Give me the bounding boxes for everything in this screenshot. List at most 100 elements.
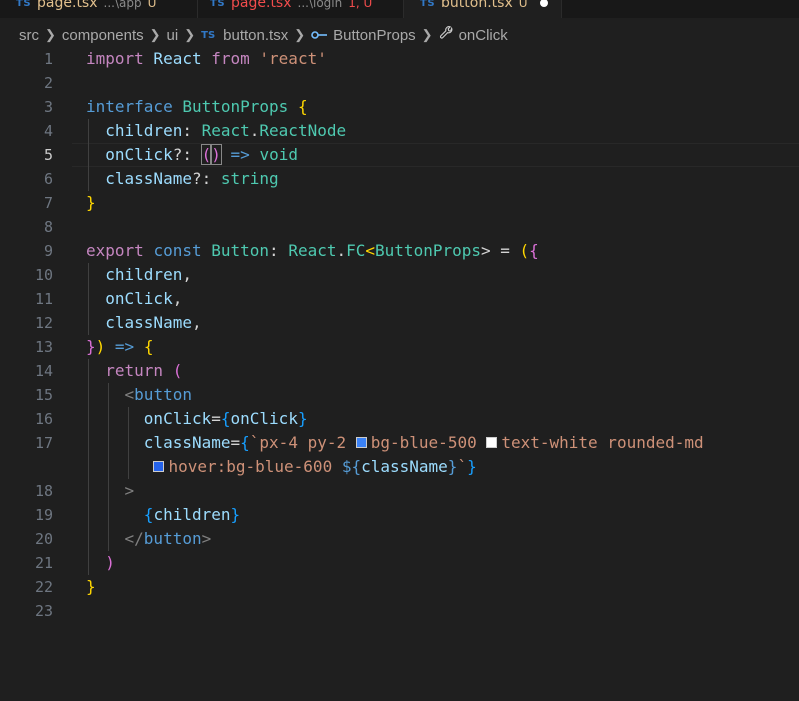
code-text: ) (105, 553, 115, 572)
breadcrumb-file-label: button.tsx (223, 26, 289, 44)
tab-filename: page.tsx (37, 0, 98, 11)
code-text: onClick={onClick} (143, 409, 308, 428)
code-text: children, (105, 265, 192, 284)
line-number: 16 (34, 410, 53, 428)
code-line: 11 onClick, (0, 287, 799, 311)
tab-filename: button.tsx (441, 0, 513, 11)
line-number: 17 (34, 434, 53, 452)
code-line-wrapped: hover:bg-blue-600 ${className}`} (0, 455, 799, 479)
code-text: className, (105, 313, 202, 332)
code-text: export const Button: React.FC<ButtonProp… (86, 241, 539, 260)
code-text: onClick, (105, 289, 183, 308)
breadcrumb-item-ui[interactable]: ui (167, 27, 179, 44)
color-swatch-blue-500[interactable] (355, 437, 367, 448)
code-line: 12 className, (0, 311, 799, 335)
code-line: 8 (0, 215, 799, 239)
tab-button[interactable]: TS button.tsx U (404, 0, 562, 18)
typescript-icon: TS (420, 0, 436, 9)
line-number: 20 (34, 530, 53, 548)
tab-page-login[interactable]: TS page.tsx ...\login 1, U (198, 0, 404, 18)
code-line: 18 > (0, 479, 799, 503)
line-number: 14 (34, 362, 53, 380)
bracket-match: ) (210, 144, 222, 165)
breadcrumb-item-src[interactable]: src (19, 27, 39, 44)
code-line: 1 import React from 'react' (0, 47, 799, 71)
line-number: 9 (43, 242, 53, 260)
code-line: 22 } (0, 575, 799, 599)
code-text: onClick?: () => void (105, 144, 298, 165)
line-number: 2 (43, 74, 53, 92)
tab-path: ...\login (297, 0, 343, 10)
chevron-right-icon: ❯ (149, 27, 161, 42)
line-number: 4 (43, 122, 53, 140)
line-number: 8 (43, 218, 53, 236)
line-number: 15 (34, 386, 53, 404)
tab-page-app[interactable]: TS page.tsx ...\app U (0, 0, 198, 18)
line-number: 10 (34, 266, 53, 284)
chevron-right-icon: ❯ (294, 27, 306, 42)
code-text: </button> (124, 529, 212, 548)
code-line: 21 ) (0, 551, 799, 575)
code-line: 14 return ( (0, 359, 799, 383)
line-number: 13 (34, 338, 53, 356)
code-line: 3 interface ButtonProps { (0, 95, 799, 119)
code-line: 6 className?: string (0, 167, 799, 191)
code-text: children: React.ReactNode (105, 121, 347, 140)
line-number: 12 (34, 314, 53, 332)
line-number: 21 (34, 554, 53, 572)
code-text: } (86, 577, 96, 596)
color-swatch-white[interactable] (486, 437, 498, 448)
code-line: 23 (0, 599, 799, 623)
git-status-badge: U (147, 0, 157, 10)
line-number: 6 (43, 170, 53, 188)
bracket-match: ( (200, 144, 213, 165)
breadcrumb-item-file[interactable]: TS button.tsx (201, 27, 288, 44)
code-text: className={`px-4 py-2 bg-blue-500 text-w… (143, 433, 704, 452)
code-line-current: 5 onClick?: () => void (0, 143, 799, 167)
line-number: 11 (34, 290, 53, 308)
code-editor[interactable]: 1 import React from 'react' 2 3 interfac… (0, 47, 799, 701)
code-text: className?: string (105, 169, 279, 188)
code-line: 2 (0, 71, 799, 95)
code-text: hover:bg-blue-600 ${className}`} (86, 455, 477, 479)
breadcrumb-item-components[interactable]: components (62, 27, 144, 44)
typescript-icon: TS (210, 0, 226, 9)
code-line: 20 </button> (0, 527, 799, 551)
breadcrumb-item-symbol[interactable]: ButtonProps (311, 27, 416, 44)
interface-icon (311, 27, 328, 44)
breadcrumb-member-label: onClick (458, 26, 508, 44)
tab-filename: page.tsx (231, 0, 292, 11)
code-line: 16 onClick={onClick} (0, 407, 799, 431)
code-line: 19 {children} (0, 503, 799, 527)
chevron-right-icon: ❯ (45, 27, 56, 42)
code-line: 7 } (0, 191, 799, 215)
tab-path: ...\app (103, 0, 142, 10)
breadcrumb-item-member[interactable]: onClick (439, 25, 508, 45)
line-number: 1 (43, 50, 53, 68)
code-line: 17 className={`px-4 py-2 bg-blue-500 tex… (0, 431, 799, 455)
line-number: 22 (34, 578, 53, 596)
problem-count-badge: 1, U (348, 0, 373, 10)
code-text: {children} (143, 505, 241, 524)
line-number: 19 (34, 506, 53, 524)
code-line: 13 }) => { (0, 335, 799, 359)
code-text: interface ButtonProps { (86, 97, 308, 116)
line-number: 23 (34, 602, 53, 620)
line-number: 5 (43, 146, 53, 164)
code-text: import React from 'react' (86, 49, 327, 68)
git-status-badge: U (518, 0, 528, 10)
line-number: 7 (43, 194, 53, 212)
chevron-right-icon: ❯ (421, 27, 433, 42)
typescript-icon: TS (16, 0, 32, 9)
code-text: } (86, 193, 96, 212)
line-number: 18 (34, 482, 53, 500)
code-text: > (124, 481, 135, 500)
unsaved-dot-icon[interactable] (539, 0, 548, 7)
code-text: return ( (105, 361, 183, 380)
line-number: 3 (43, 98, 53, 116)
code-text: }) => { (86, 337, 154, 356)
code-line: 10 children, (0, 263, 799, 287)
breadcrumb-symbol-label: ButtonProps (333, 26, 416, 44)
breadcrumb: src ❯ components ❯ ui ❯ TS button.tsx ❯ … (0, 22, 799, 48)
color-swatch-blue-600[interactable] (153, 461, 165, 472)
